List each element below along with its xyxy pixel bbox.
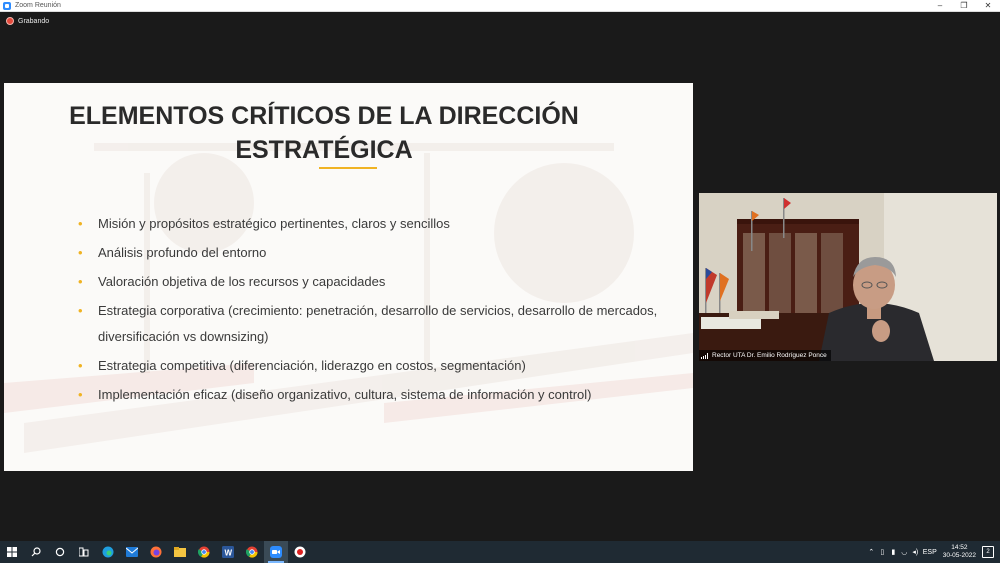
chrome-profile-icon[interactable] [240, 541, 264, 563]
bullet-dot-icon: • [78, 216, 83, 231]
volume-icon[interactable]: ◂) [910, 548, 921, 556]
chrome-icon[interactable] [192, 541, 216, 563]
bullet-dot-icon: • [78, 303, 83, 318]
close-button[interactable]: ✕ [976, 0, 1000, 12]
battery-icon[interactable]: ▮ [888, 548, 899, 556]
clock[interactable]: 14:52 30-05-2022 [943, 544, 976, 560]
zoom-app-icon [3, 1, 11, 10]
bullet-list: • Misión y propósitos estratégico pertine… [78, 211, 678, 411]
recording-label: Grabando [18, 17, 50, 25]
bullet-item: • Misión y propósitos estratégico pertine… [78, 211, 678, 237]
chevron-up-icon[interactable]: ⌃ [866, 548, 877, 556]
wifi-icon[interactable]: ◡ [899, 548, 910, 556]
shared-screen-slide: ELEMENTOS CRÍTICOS DE LA DIRECCIÓN ESTRA… [4, 83, 693, 471]
participant-video-image [699, 193, 997, 361]
bullet-dot-icon: • [78, 245, 83, 260]
edge-icon[interactable] [96, 541, 120, 563]
notification-count: 2 [986, 549, 990, 555]
word-icon[interactable]: W [216, 541, 240, 563]
title-underline [319, 167, 377, 169]
bullet-item: • Estrategia corporativa (crecimiento: pe… [78, 298, 678, 350]
participant-name-label: Rector UTA Dr. Emilio Rodríguez Ponce [699, 350, 831, 361]
bullet-item: • Valoración objetiva de los recursos y c… [78, 269, 678, 295]
maximize-button[interactable]: ❐ [952, 0, 976, 12]
window-title-bar: Zoom Reunión – ❐ ✕ [0, 0, 1000, 12]
clock-date: 30-05-2022 [942, 552, 976, 559]
system-tray: ⌃ ▯ ▮ ◡ ◂) ESP 14:52 30-05-2022 2 [866, 541, 1000, 563]
notification-center-icon[interactable]: 2 [982, 546, 994, 558]
language-indicator[interactable]: ESP [921, 549, 939, 556]
start-icon[interactable] [0, 541, 24, 563]
zoom-icon[interactable] [264, 541, 288, 563]
network-icon[interactable]: ▯ [877, 548, 888, 556]
minimize-button[interactable]: – [928, 0, 952, 12]
bullet-item: • Estrategia competitiva (diferenciación,… [78, 353, 678, 379]
bullet-item: • Implementación eficaz (diseño organizat… [78, 382, 678, 408]
recording-dot-icon [6, 17, 14, 25]
windows-taskbar: W ⌃ ▯ ▮ ◡ ◂) ESP 14:52 30-05-2022 2 [0, 541, 1000, 563]
mail-icon[interactable] [120, 541, 144, 563]
window-controls: – ❐ ✕ [928, 0, 1000, 12]
audio-level-icon [701, 352, 709, 359]
participant-video-tile[interactable]: Rector UTA Dr. Emilio Rodríguez Ponce [699, 193, 997, 361]
file-explorer-icon[interactable] [168, 541, 192, 563]
recording-indicator[interactable]: Grabando [6, 17, 49, 25]
search-icon[interactable] [24, 541, 48, 563]
firefox-icon[interactable] [144, 541, 168, 563]
bullet-dot-icon: • [78, 387, 83, 402]
bullet-dot-icon: • [78, 358, 83, 373]
screen-recorder-icon[interactable] [288, 541, 312, 563]
task-view-icon[interactable] [72, 541, 96, 563]
slide-title-line2: ESTRATÉGICA [235, 136, 413, 164]
bullet-item: • Análisis profundo del entorno [78, 240, 678, 266]
bullet-dot-icon: • [78, 274, 83, 289]
window-title: Zoom Reunión [15, 2, 61, 9]
svg-text:W: W [225, 549, 233, 558]
clock-time: 14:52 [951, 544, 968, 551]
slide-title-line1: ELEMENTOS CRÍTICOS DE LA DIRECCIÓN [69, 102, 579, 130]
participant-name: Rector UTA Dr. Emilio Rodríguez Ponce [712, 352, 827, 359]
slide-title: ELEMENTOS CRÍTICOS DE LA DIRECCIÓN ESTRA… [64, 99, 584, 167]
cortana-icon[interactable] [48, 541, 72, 563]
